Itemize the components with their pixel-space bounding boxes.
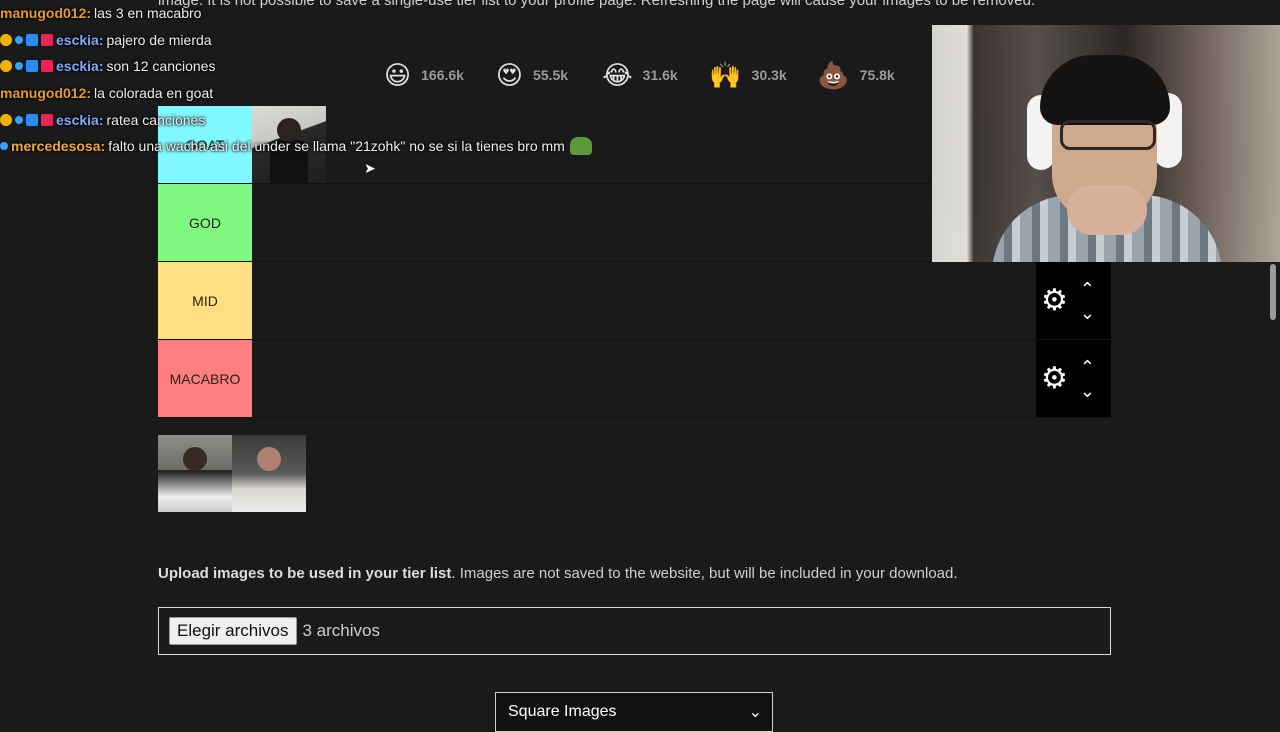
chevron-down-icon[interactable]: ⌄ — [1080, 382, 1095, 400]
chat-text: las 3 en macabro — [94, 5, 202, 22]
pool-image[interactable] — [158, 435, 232, 512]
badge-icon — [0, 113, 12, 126]
select-value: Square Images — [508, 703, 617, 720]
image-pool — [158, 435, 306, 512]
tier-controls: ⚙ ⌃ ⌄ — [1036, 340, 1111, 417]
pile-of-poo-icon: 💩 — [817, 60, 850, 90]
badge-icon — [26, 33, 38, 46]
raised-hands-icon: 🙌 — [709, 60, 742, 90]
mouse-cursor-icon: ➤ — [364, 160, 376, 176]
reaction-poo[interactable]: 💩 75.8k — [802, 55, 910, 95]
upload-instructions-rest: . Images are not saved to the website, b… — [451, 565, 958, 582]
chat-username: mercedesosa: — [11, 138, 106, 155]
file-count: 3 archivos — [302, 621, 380, 640]
image-shape-select[interactable]: Square Images ⌄ — [495, 692, 773, 732]
chat-overlay: manugod012: las 3 en macabro esckia: paj… — [0, 0, 640, 160]
scrollbar-thumb[interactable] — [1270, 264, 1276, 320]
tier-label-god[interactable]: GOD — [158, 184, 252, 261]
tier-label-macabro[interactable]: MACABRO — [158, 340, 252, 417]
chat-text: la colorada en goat — [94, 85, 214, 102]
chat-text: falto una wacha asi del under se llama "… — [108, 138, 565, 155]
gear-icon[interactable]: ⚙ — [1041, 283, 1068, 318]
chat-message: manugod012: las 3 en macabro — [0, 0, 640, 27]
chat-username: esckia: — [56, 31, 104, 48]
frog-emote-icon — [569, 137, 592, 156]
tier-row-mid: MID ⚙ ⌃ ⌄ — [158, 262, 1111, 340]
chat-message: esckia: ratea canciones — [0, 106, 640, 133]
chat-username: esckia: — [56, 111, 104, 128]
badge-icon — [26, 60, 38, 73]
badge-icon — [41, 33, 53, 46]
badge-icon — [0, 33, 12, 46]
tier-items-mid[interactable] — [252, 262, 1111, 339]
upload-instructions: Upload images to be used in your tier li… — [158, 565, 958, 582]
badge-icon — [41, 113, 53, 126]
reaction-count: 30.3k — [751, 67, 787, 83]
chat-message: esckia: son 12 canciones — [0, 53, 640, 80]
chat-message: mercedesosa: falto una wacha asi del und… — [0, 133, 640, 160]
scrollbar[interactable] — [1266, 262, 1280, 720]
chat-message: esckia: pajero de mierda — [0, 27, 640, 54]
reaction-count: 75.8k — [859, 67, 895, 83]
chat-text: son 12 canciones — [106, 58, 216, 75]
reaction-count: 31.6k — [642, 67, 678, 83]
badge-icon — [0, 60, 12, 73]
badge-icon — [15, 62, 23, 71]
choose-files-button[interactable]: Elegir archivos — [169, 617, 297, 645]
webcam-overlay — [932, 25, 1280, 262]
file-input[interactable]: Elegir archivos 3 archivos — [158, 607, 1111, 655]
chat-username: manugod012: — [0, 5, 92, 22]
reaction-raised-hands[interactable]: 🙌 30.3k — [694, 55, 802, 95]
chat-text: pajero de mierda — [106, 31, 212, 48]
upload-instructions-bold: Upload images to be used in your tier li… — [158, 565, 452, 582]
badge-icon — [15, 115, 23, 124]
badge-icon — [15, 35, 23, 44]
badge-icon — [26, 113, 38, 126]
badge-icon — [0, 142, 8, 151]
chat-text: ratea canciones — [106, 111, 206, 128]
tier-row-macabro: MACABRO ⚙ ⌃ ⌄ — [158, 340, 1111, 418]
chevron-down-icon: ⌄ — [748, 704, 762, 721]
chevron-down-icon[interactable]: ⌄ — [1080, 304, 1095, 322]
pool-image[interactable] — [232, 435, 306, 512]
badge-icon — [41, 60, 53, 73]
chat-message: manugod012: la colorada en goat — [0, 80, 640, 107]
gear-icon[interactable]: ⚙ — [1041, 361, 1068, 396]
tier-controls: ⚙ ⌃ ⌄ — [1036, 262, 1111, 339]
chevron-up-icon[interactable]: ⌃ — [1080, 358, 1095, 376]
chevron-up-icon[interactable]: ⌃ — [1080, 280, 1095, 298]
tier-items-macabro[interactable] — [252, 340, 1111, 417]
chat-username: manugod012: — [0, 85, 92, 102]
tier-label-mid[interactable]: MID — [158, 262, 252, 339]
chat-username: esckia: — [56, 58, 104, 75]
